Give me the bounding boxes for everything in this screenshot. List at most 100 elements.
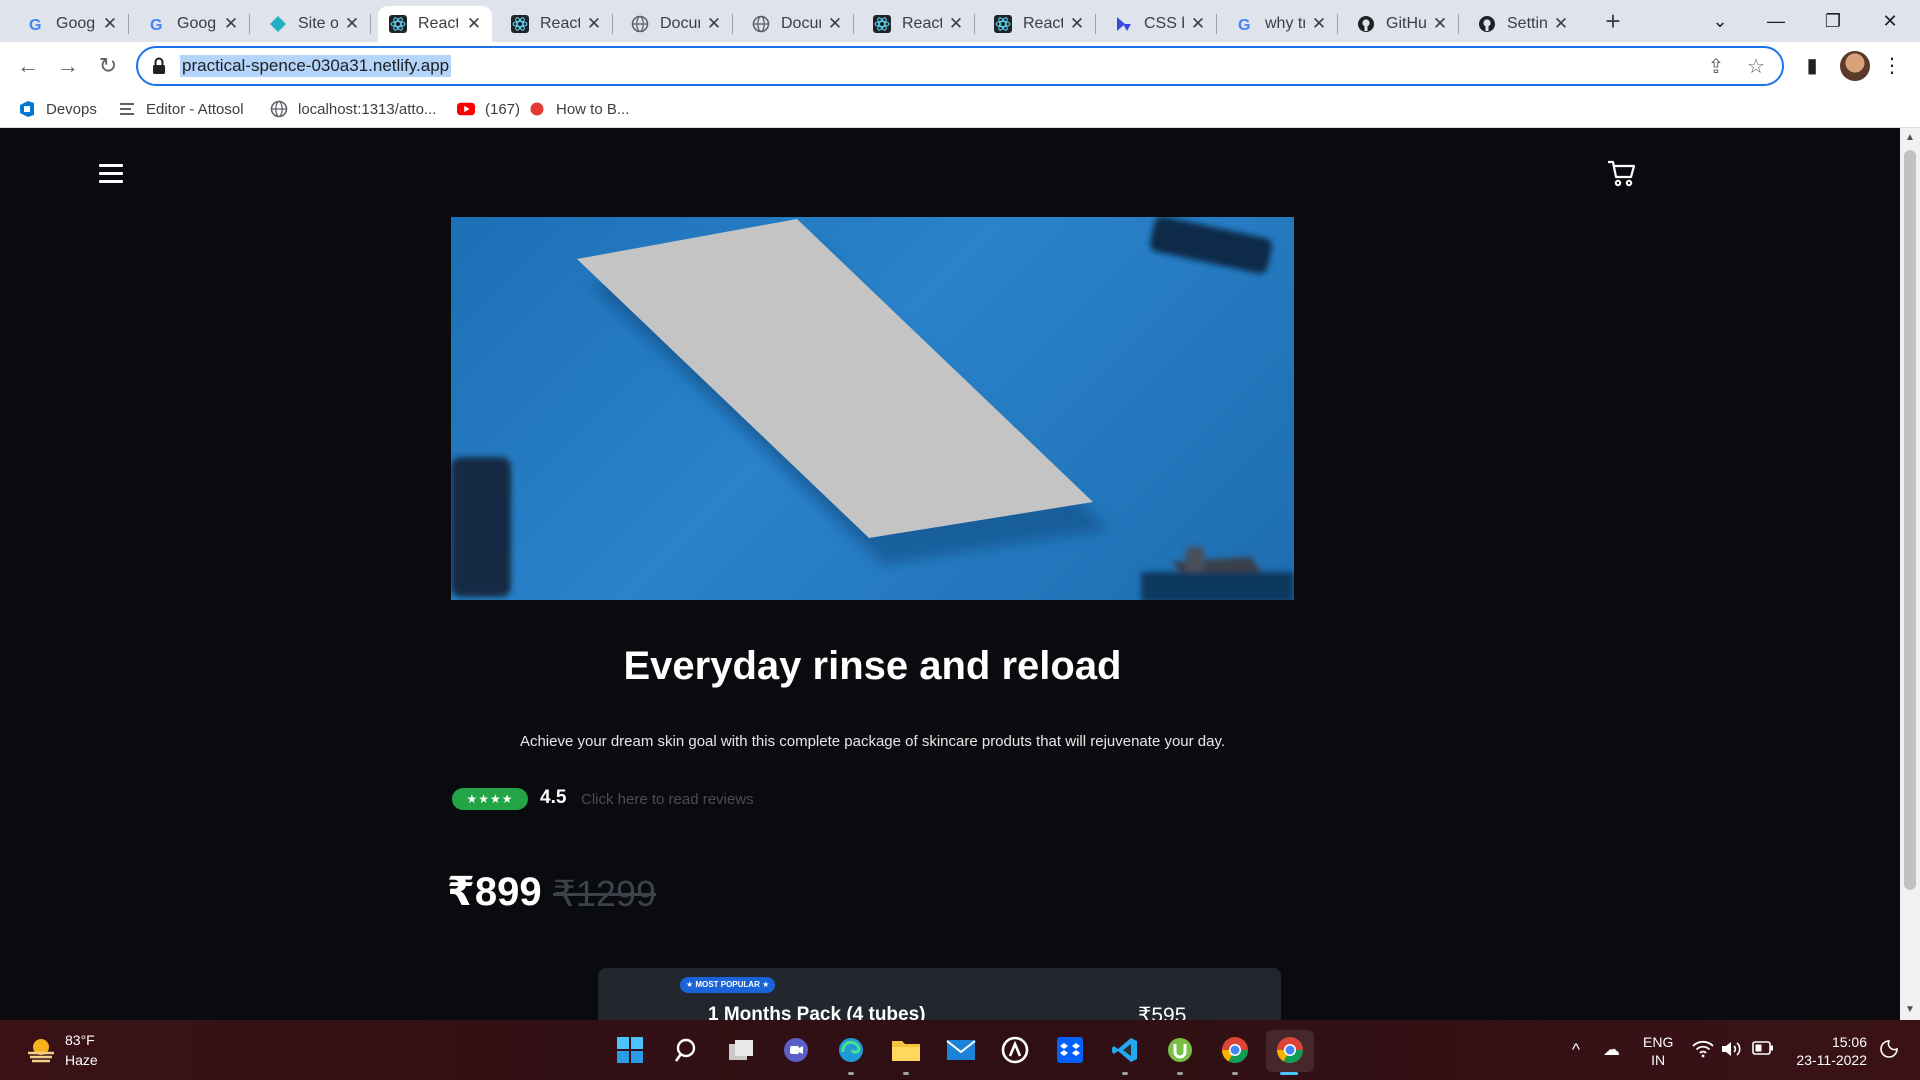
youtube-icon (457, 100, 475, 118)
windows-start-icon[interactable] (614, 1034, 646, 1066)
web-page: Everyday rinse and reload Achieve your d… (0, 128, 1900, 1020)
tab-1[interactable]: G Googl ✕ (16, 6, 129, 42)
scrollbar-thumb[interactable] (1904, 150, 1916, 890)
github-icon (1477, 14, 1497, 34)
hamburger-menu-icon[interactable] (99, 164, 123, 184)
close-icon[interactable]: ✕ (1430, 14, 1450, 34)
globe-icon (630, 14, 650, 34)
close-icon[interactable]: ✕ (1551, 14, 1571, 34)
tab-search-chevron-icon[interactable]: ⌄ (1700, 6, 1740, 36)
share-icon[interactable]: ⇪ (1704, 55, 1728, 79)
tab-8[interactable]: React ✕ (862, 6, 975, 42)
pack-title: 1 Months Pack (4 tubes) (708, 1004, 926, 1020)
volume-icon[interactable] (1721, 1040, 1743, 1063)
tray-chevron-up-icon[interactable]: ^ (1572, 1040, 1580, 1060)
close-icon[interactable]: ✕ (946, 14, 966, 34)
search-icon[interactable] (671, 1034, 703, 1066)
scroll-up-arrow-icon[interactable]: ▲ (1905, 132, 1915, 143)
back-arrow-icon[interactable]: ← (14, 52, 42, 80)
product-description: Achieve your dream skin goal with this c… (519, 733, 1226, 750)
clock-date: 23-11-2022 (1796, 1052, 1867, 1068)
notifications-icon[interactable] (1880, 1040, 1898, 1063)
weather-condition[interactable]: Haze (65, 1052, 98, 1068)
close-icon[interactable]: ✕ (704, 14, 724, 34)
most-popular-badge: ★ MOST POPULAR ★ (680, 977, 776, 993)
weather-temperature[interactable]: 83°F (65, 1032, 95, 1048)
tab-4-active[interactable]: React ✕ (378, 6, 492, 42)
netlify-icon (268, 14, 288, 34)
wifi-icon[interactable] (1692, 1040, 1714, 1063)
tab-3[interactable]: Site o ✕ (258, 6, 371, 42)
forward-arrow-icon[interactable]: → (54, 52, 82, 80)
google-icon: G (1235, 14, 1255, 34)
chrome-active-icon[interactable] (1274, 1034, 1306, 1066)
tab-title: Docur (660, 15, 700, 32)
reload-icon[interactable]: ↻ (94, 52, 122, 80)
page-scrollbar[interactable]: ▲ ▼ (1900, 128, 1920, 1020)
original-price: ₹1299 (553, 873, 656, 914)
bookmark-how-to[interactable]: How to B... (528, 98, 629, 120)
tab-7[interactable]: Docur ✕ (741, 6, 854, 42)
onedrive-icon[interactable]: ☁ (1603, 1040, 1620, 1060)
scroll-down-arrow-icon[interactable]: ▼ (1905, 1004, 1915, 1015)
edge-browser-icon[interactable] (835, 1034, 867, 1066)
bookmark-localhost[interactable]: localhost:1313/atto... (270, 98, 436, 120)
new-tab-button[interactable]: + (1599, 8, 1627, 36)
pack-price: ₹595 (1138, 1004, 1187, 1020)
browser-toolbar: ← → ↻ practical-spence-030a31.netlify.ap… (0, 42, 1920, 90)
close-icon[interactable]: ✕ (464, 14, 484, 34)
system-clock[interactable]: 15:06 23-11-2022 (1793, 1033, 1867, 1069)
pack-option-card[interactable]: ★ MOST POPULAR ★ 1 Months Pack (4 tubes)… (598, 968, 1281, 1020)
tab-13[interactable]: Settin ✕ (1467, 6, 1579, 42)
chrome-profile-icon[interactable] (1219, 1034, 1251, 1066)
file-explorer-icon[interactable] (890, 1034, 922, 1066)
globe-icon (270, 100, 288, 118)
close-icon[interactable]: ✕ (825, 14, 845, 34)
close-window-button[interactable]: ✕ (1870, 6, 1910, 36)
input-language[interactable]: ENG IN (1643, 1033, 1673, 1069)
bookmark-youtube[interactable]: (167) (457, 98, 520, 120)
read-reviews-link[interactable]: Click here to read reviews (581, 791, 754, 808)
profile-avatar[interactable] (1840, 51, 1870, 81)
globe-icon (751, 14, 771, 34)
close-icon[interactable]: ✕ (1309, 14, 1329, 34)
vscode-icon[interactable] (1109, 1034, 1141, 1066)
url-text[interactable]: practical-spence-030a31.netlify.app (180, 55, 452, 77)
editor-icon (118, 100, 136, 118)
more-menu-icon[interactable]: ⋮ (1878, 52, 1906, 80)
utorrent-icon[interactable] (1164, 1034, 1196, 1066)
product-hero-image (451, 217, 1294, 600)
tab-title: Googl (177, 15, 217, 32)
tab-2[interactable]: G Googl ✕ (137, 6, 250, 42)
address-bar[interactable]: practical-spence-030a31.netlify.app ⇪ ☆ (136, 46, 1784, 86)
restore-button[interactable]: ❐ (1813, 6, 1853, 36)
close-icon[interactable]: ✕ (342, 14, 362, 34)
close-icon[interactable]: ✕ (1067, 14, 1087, 34)
tab-11[interactable]: G why tr ✕ (1225, 6, 1338, 42)
battery-icon[interactable] (1752, 1040, 1774, 1061)
haze-weather-icon[interactable] (26, 1036, 56, 1064)
tab-title: React (902, 15, 942, 32)
teams-chat-icon[interactable] (780, 1034, 812, 1066)
task-view-icon[interactable] (725, 1034, 757, 1066)
tab-9[interactable]: React ✕ (983, 6, 1096, 42)
bookmark-editor-attosol[interactable]: Editor - Attosol (118, 98, 244, 120)
side-panel-icon[interactable]: ▮ (1798, 52, 1826, 80)
tab-12[interactable]: GitHu ✕ (1346, 6, 1459, 42)
dropbox-icon[interactable] (1054, 1034, 1086, 1066)
close-icon[interactable]: ✕ (1188, 14, 1208, 34)
bookmark-star-icon[interactable]: ☆ (1744, 55, 1768, 79)
bookmark-devops[interactable]: Devops (18, 98, 97, 120)
cart-icon[interactable] (1606, 158, 1636, 188)
tab-strip: G Googl ✕ G Googl ✕ Site o ✕ React ✕ Rea… (0, 0, 1920, 42)
close-icon[interactable]: ✕ (100, 14, 120, 34)
app-shield-icon[interactable] (999, 1034, 1031, 1066)
close-icon[interactable]: ✕ (221, 14, 241, 34)
react-icon (510, 14, 530, 34)
mail-icon[interactable] (945, 1034, 977, 1066)
minimize-button[interactable]: — (1756, 6, 1796, 36)
tab-10[interactable]: CSS b ✕ (1104, 6, 1217, 42)
tab-6[interactable]: Docur ✕ (620, 6, 733, 42)
close-icon[interactable]: ✕ (584, 14, 604, 34)
tab-5[interactable]: React ✕ (500, 6, 613, 42)
